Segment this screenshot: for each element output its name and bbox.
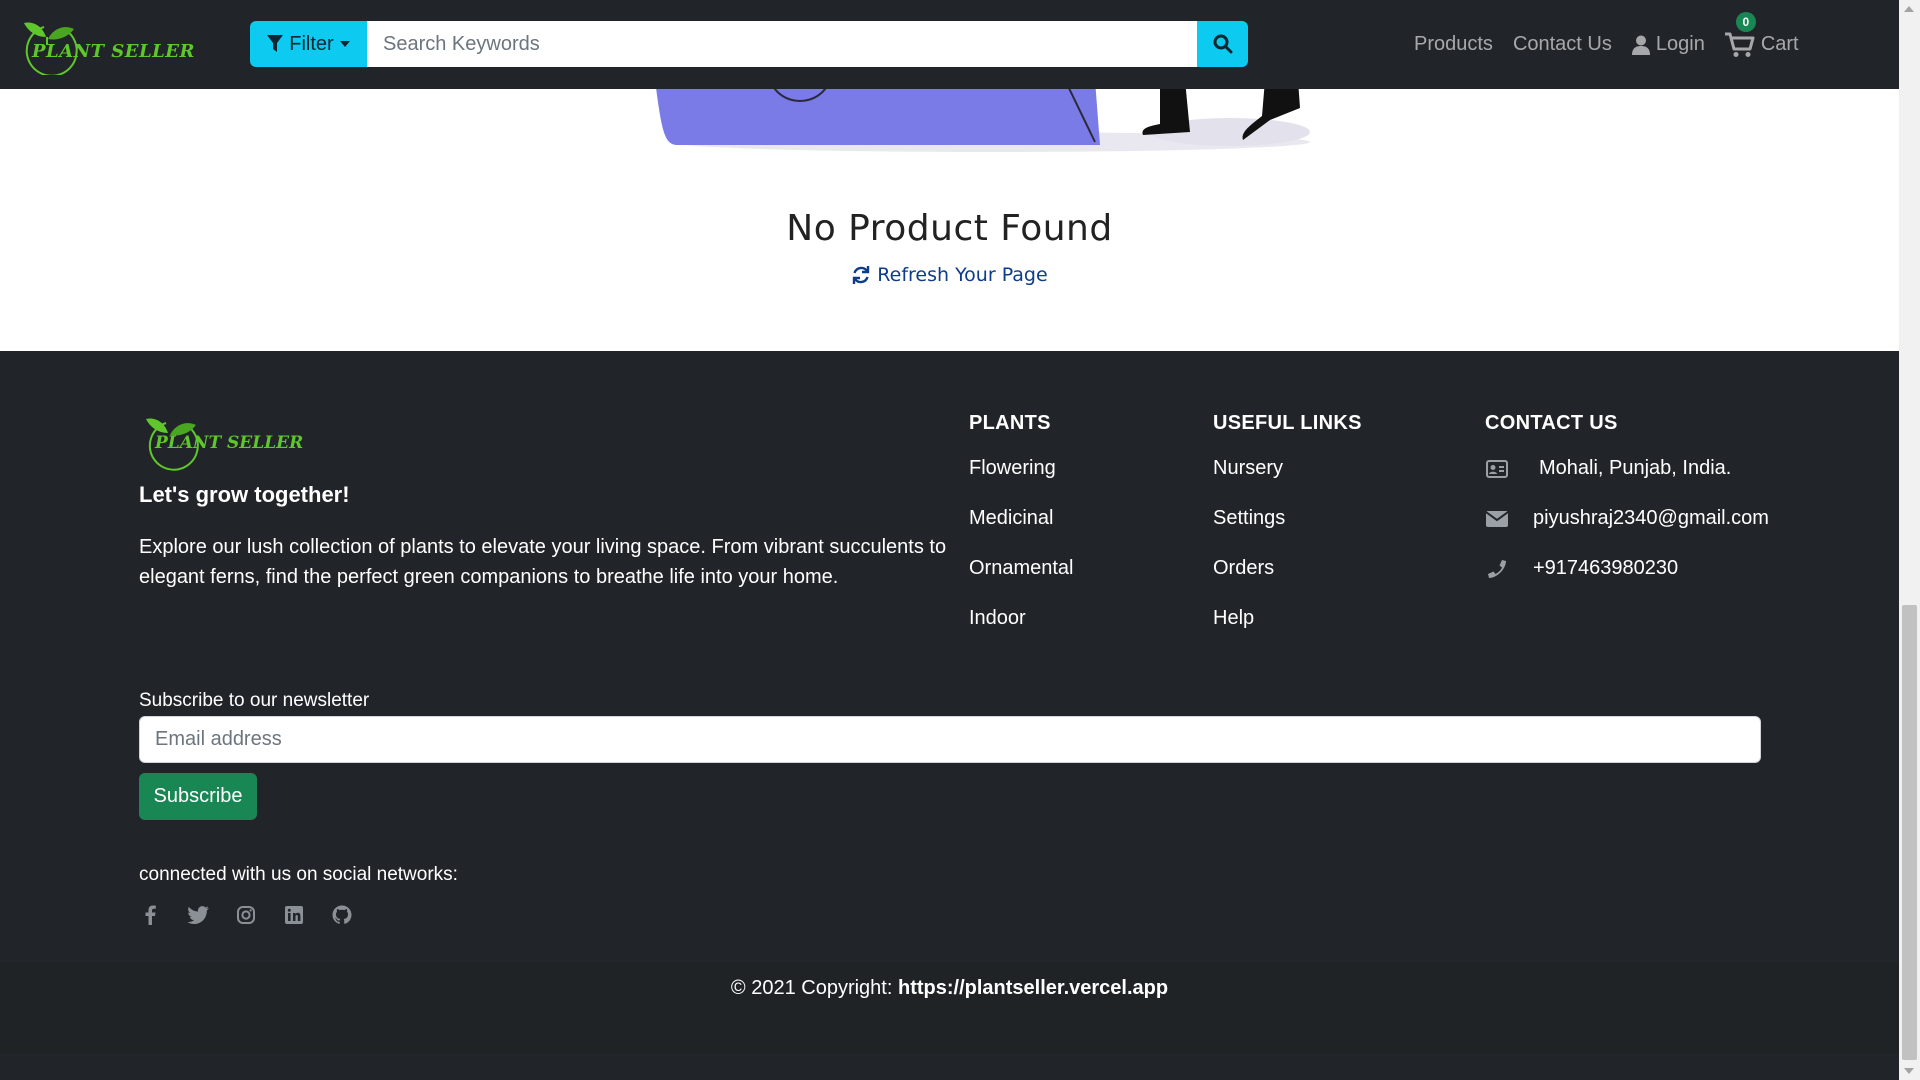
list-item: Settings [1213,507,1285,557]
top-navbar: PLANT SELLER Filter Products Contact Us [0,0,1899,89]
github-icon[interactable] [331,904,353,926]
contact-email: piyushraj2340@gmail.com [1485,507,1769,530]
useful-links-heading: USEFUL LINKS [1213,412,1362,434]
empty-state-illustration [655,80,1310,152]
newsletter-email-input[interactable] [139,716,1761,763]
social-label: connected with us on social networks: [139,864,458,885]
useful-link-nursery[interactable]: Nursery [1213,457,1283,479]
refresh-icon [853,266,870,284]
nav-login-link[interactable]: Login [1631,33,1705,56]
plants-link-flowering[interactable]: Flowering [969,457,1056,479]
scrollbar-thumb[interactable] [1902,605,1917,1060]
copyright-site-link[interactable]: https://plantseller.vercel.app [898,977,1168,999]
scroll-down-arrow-icon[interactable] [1904,1068,1914,1074]
brand-text: PLANT SELLER [32,41,195,62]
phone-icon [1485,559,1509,579]
address-card-icon [1485,459,1509,478]
social-icons [139,904,353,926]
search-button[interactable] [1197,21,1248,67]
search-input[interactable] [367,21,1197,67]
facebook-icon[interactable] [139,904,161,926]
cart-count-badge: 0 [1735,11,1756,32]
brand-logo[interactable]: PLANT SELLER [14,15,194,77]
filter-icon [267,35,284,52]
footer-tagline: Let's grow together! [139,482,350,507]
contact-address: Mohali, Punjab, India. [1485,457,1731,480]
useful-link-help[interactable]: Help [1213,607,1254,629]
empty-state-title: No Product Found [786,208,1113,249]
plants-link-medicinal[interactable]: Medicinal [969,507,1053,529]
useful-link-orders[interactable]: Orders [1213,557,1274,579]
refresh-label: Refresh Your Page [877,264,1048,286]
plants-list: Flowering Medicinal Ornamental Indoor [969,457,1074,657]
search-group: Filter [250,21,1248,67]
linkedin-icon[interactable] [283,904,305,926]
list-item: Orders [1213,557,1285,607]
cart-icon [1724,32,1755,57]
vertical-scrollbar[interactable] [1899,0,1920,1080]
footer-brand-logo[interactable]: PLANT SELLER [138,411,303,471]
scroll-up-arrow-icon[interactable] [1904,6,1914,12]
nav-products-link[interactable]: Products [1414,33,1493,56]
list-item: Medicinal [969,507,1074,557]
contact-phone-text: +917463980230 [1533,557,1679,579]
plants-link-indoor[interactable]: Indoor [969,607,1026,629]
contact-phone: +917463980230 [1485,557,1678,580]
nav-links: Products Contact Us Login 0 Cart [1414,0,1819,89]
contact-address-text: Mohali, Punjab, India. [1539,457,1732,479]
twitter-icon[interactable] [187,904,209,926]
copyright-bar: © 2021 Copyright: https://plantseller.ve… [0,963,1899,1053]
newsletter-label: Subscribe to our newsletter [139,690,370,711]
search-icon [1213,34,1232,54]
caret-down-icon [339,41,350,47]
plants-link-ornamental[interactable]: Ornamental [969,557,1074,579]
useful-link-settings[interactable]: Settings [1213,507,1285,529]
nav-products-label: Products [1414,33,1493,55]
list-item: Ornamental [969,557,1074,607]
instagram-icon[interactable] [235,904,257,926]
filter-label: Filter [289,32,334,55]
list-item: Help [1213,607,1285,657]
footer-about-text: Explore our lush collection of plants to… [139,536,947,588]
nav-contact-link[interactable]: Contact Us [1513,33,1612,56]
site-footer: PLANT SELLER Let's grow together! Explor… [0,351,1899,1080]
list-item: Indoor [969,607,1074,657]
list-item: Flowering [969,457,1074,507]
contact-heading: CONTACT US [1485,412,1618,434]
nav-cart-link[interactable]: 0 Cart [1724,11,1799,58]
footer-brand-text: PLANT SELLER [155,433,304,453]
copyright-text: © 2021 Copyright: [730,977,898,999]
envelope-icon [1485,510,1509,527]
user-icon [1631,35,1650,55]
contact-email-text: piyushraj2340@gmail.com [1533,507,1769,529]
plants-heading: PLANTS [969,412,1051,434]
nav-cart-label: Cart [1760,33,1799,55]
filter-dropdown-button[interactable]: Filter [250,21,367,67]
useful-links-list: Nursery Settings Orders Help [1213,457,1285,657]
subscribe-button[interactable]: Subscribe [139,773,257,820]
nav-login-label: Login [1655,33,1705,55]
refresh-page-link[interactable]: Refresh Your Page [851,264,1048,286]
nav-contact-label: Contact Us [1512,33,1612,55]
refresh-container: Refresh Your Page [0,264,1899,290]
list-item: Nursery [1213,457,1285,507]
